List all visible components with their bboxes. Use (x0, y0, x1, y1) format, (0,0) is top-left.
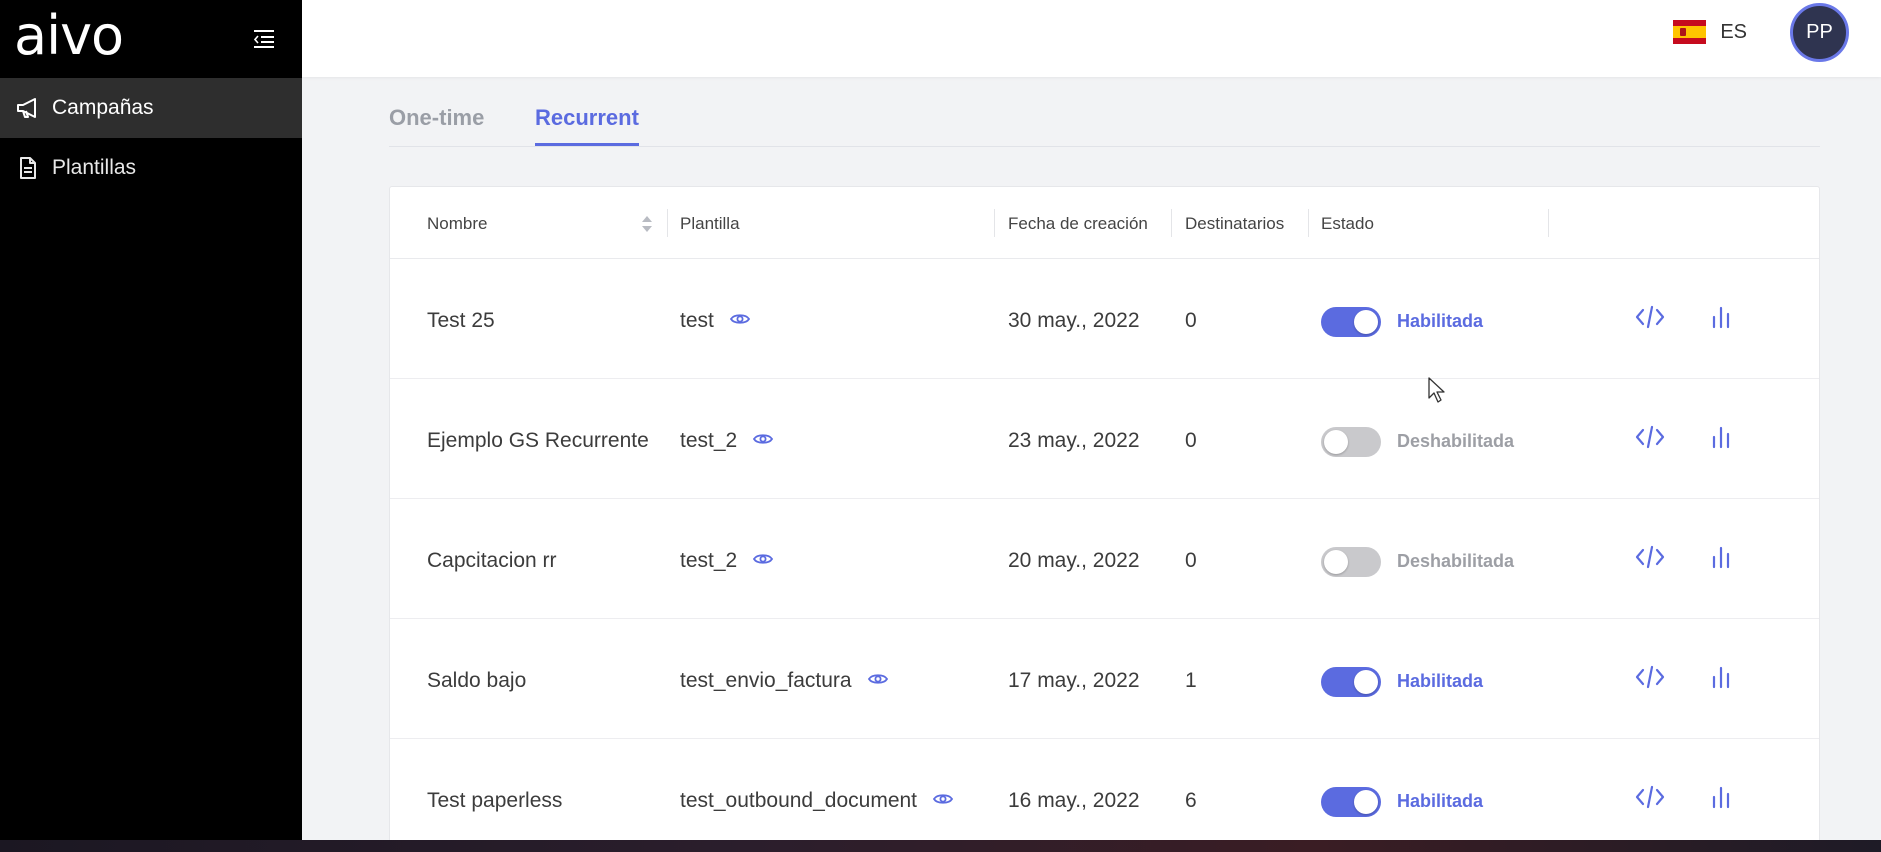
sidebar-item-label: Campañas (52, 96, 154, 119)
column-header-created: Fecha de creación (1008, 214, 1148, 233)
table-row: Capcitacion rr test_2 20 may., 2022 0 Deshab… (390, 499, 1819, 619)
spain-flag-icon (1673, 20, 1707, 44)
table-row: Test 25 test 30 may., 2022 0 Habilitada (390, 259, 1819, 379)
recipients-count: 0 (1185, 549, 1197, 572)
status-toggle[interactable] (1321, 667, 1381, 697)
bar-chart-icon[interactable] (1704, 541, 1738, 573)
toggle-knob (1324, 430, 1348, 454)
eye-icon[interactable] (753, 428, 774, 452)
collapse-menu-icon[interactable] (250, 25, 278, 53)
created-date: 20 may., 2022 (1008, 549, 1140, 572)
language-label: ES (1720, 20, 1747, 43)
column-header-name[interactable]: Nombre (427, 214, 487, 234)
recipients-count: 0 (1185, 429, 1197, 452)
template-cell: test_2 (680, 428, 774, 453)
column-divider (1548, 209, 1549, 237)
code-icon[interactable] (1633, 781, 1667, 813)
template-name: test_2 (680, 549, 738, 572)
status-label: Deshabilitada (1397, 431, 1515, 451)
document-icon (14, 154, 42, 182)
template-cell: test_2 (680, 548, 774, 573)
created-date: 30 may., 2022 (1008, 309, 1140, 332)
eye-icon[interactable] (867, 668, 888, 692)
template-name: test_outbound_document (680, 789, 918, 812)
campaign-name: Test 25 (427, 309, 495, 332)
tab-one-time[interactable]: One-time (389, 105, 484, 143)
sidebar-item-label: Plantillas (52, 156, 137, 179)
mouse-pointer-icon (1427, 376, 1447, 409)
code-icon[interactable] (1633, 541, 1667, 573)
template-name: test_2 (680, 429, 738, 452)
column-header-template: Plantilla (680, 214, 740, 233)
status-toggle[interactable] (1321, 307, 1381, 337)
column-divider (994, 209, 995, 237)
campaign-type-tabs: One-time Recurrent (389, 95, 1820, 147)
status-toggle[interactable] (1321, 547, 1381, 577)
tab-recurrent[interactable]: Recurrent (535, 105, 639, 146)
toggle-knob (1324, 550, 1348, 574)
user-avatar[interactable]: PP (1790, 3, 1849, 62)
campaign-name: Ejemplo GS Recurrente (427, 429, 649, 452)
app-root: aivo Campañas Plantillas ES PP One-time … (0, 0, 1881, 852)
template-cell: test (680, 309, 750, 333)
campaigns-table: Nombre Plantilla Fecha de creación Desti… (389, 186, 1820, 852)
taskbar-strip (0, 840, 1881, 852)
sort-arrows-icon[interactable] (641, 212, 653, 236)
created-date: 17 may., 2022 (1008, 669, 1140, 692)
megaphone-icon (14, 94, 42, 122)
sidebar-item-campaigns[interactable]: Campañas (0, 78, 302, 138)
campaign-name: Saldo bajo (427, 669, 527, 692)
table-header: Nombre Plantilla Fecha de creación Desti… (390, 187, 1819, 259)
column-header-recipients: Destinatarios (1185, 214, 1285, 233)
code-icon[interactable] (1633, 421, 1667, 453)
eye-icon[interactable] (753, 548, 774, 572)
eye-icon[interactable] (729, 308, 750, 332)
table-row: Ejemplo GS Recurrente test_2 23 may., 2022… (390, 379, 1819, 499)
column-divider (667, 209, 668, 237)
bar-chart-icon[interactable] (1704, 421, 1738, 453)
created-date: 16 may., 2022 (1008, 789, 1140, 812)
status-toggle[interactable] (1321, 427, 1381, 457)
status-label: Habilitada (1397, 311, 1484, 331)
created-date: 23 may., 2022 (1008, 429, 1140, 452)
bar-chart-icon[interactable] (1704, 781, 1738, 813)
table-row: Test paperless test_outbound_document 16 m… (390, 739, 1819, 852)
sidebar: aivo Campañas Plantillas (0, 0, 302, 840)
brand-bar: aivo (0, 0, 302, 78)
status-label: Habilitada (1397, 671, 1484, 691)
toggle-knob (1354, 310, 1378, 334)
status-label: Habilitada (1397, 791, 1484, 811)
recipients-count: 0 (1185, 309, 1197, 332)
top-header: ES PP (302, 0, 1881, 77)
recipients-count: 6 (1185, 789, 1197, 812)
template-cell: test_envio_factura (680, 669, 888, 693)
template-name: test_envio_factura (680, 669, 852, 692)
code-icon[interactable] (1633, 301, 1667, 333)
recipients-count: 1 (1185, 669, 1197, 692)
status-toggle[interactable] (1321, 787, 1381, 817)
sidebar-item-templates[interactable]: Plantillas (0, 138, 302, 198)
aivo-logo: aivo (14, 4, 124, 67)
column-divider (1308, 209, 1309, 237)
status-label: Deshabilitada (1397, 551, 1515, 571)
bar-chart-icon[interactable] (1704, 661, 1738, 693)
bar-chart-icon[interactable] (1704, 301, 1738, 333)
toggle-knob (1354, 670, 1378, 694)
table-row: Saldo bajo test_envio_factura 17 may., 202… (390, 619, 1819, 739)
toggle-knob (1354, 790, 1378, 814)
eye-icon[interactable] (932, 788, 954, 812)
template-name: test (680, 309, 714, 332)
campaign-name: Capcitacion rr (427, 549, 557, 572)
campaign-name: Test paperless (427, 789, 563, 812)
language-selector[interactable]: ES (1673, 20, 1747, 44)
column-header-status: Estado (1321, 214, 1374, 233)
column-divider (1171, 209, 1172, 237)
template-cell: test_outbound_document (680, 788, 954, 813)
code-icon[interactable] (1633, 661, 1667, 693)
